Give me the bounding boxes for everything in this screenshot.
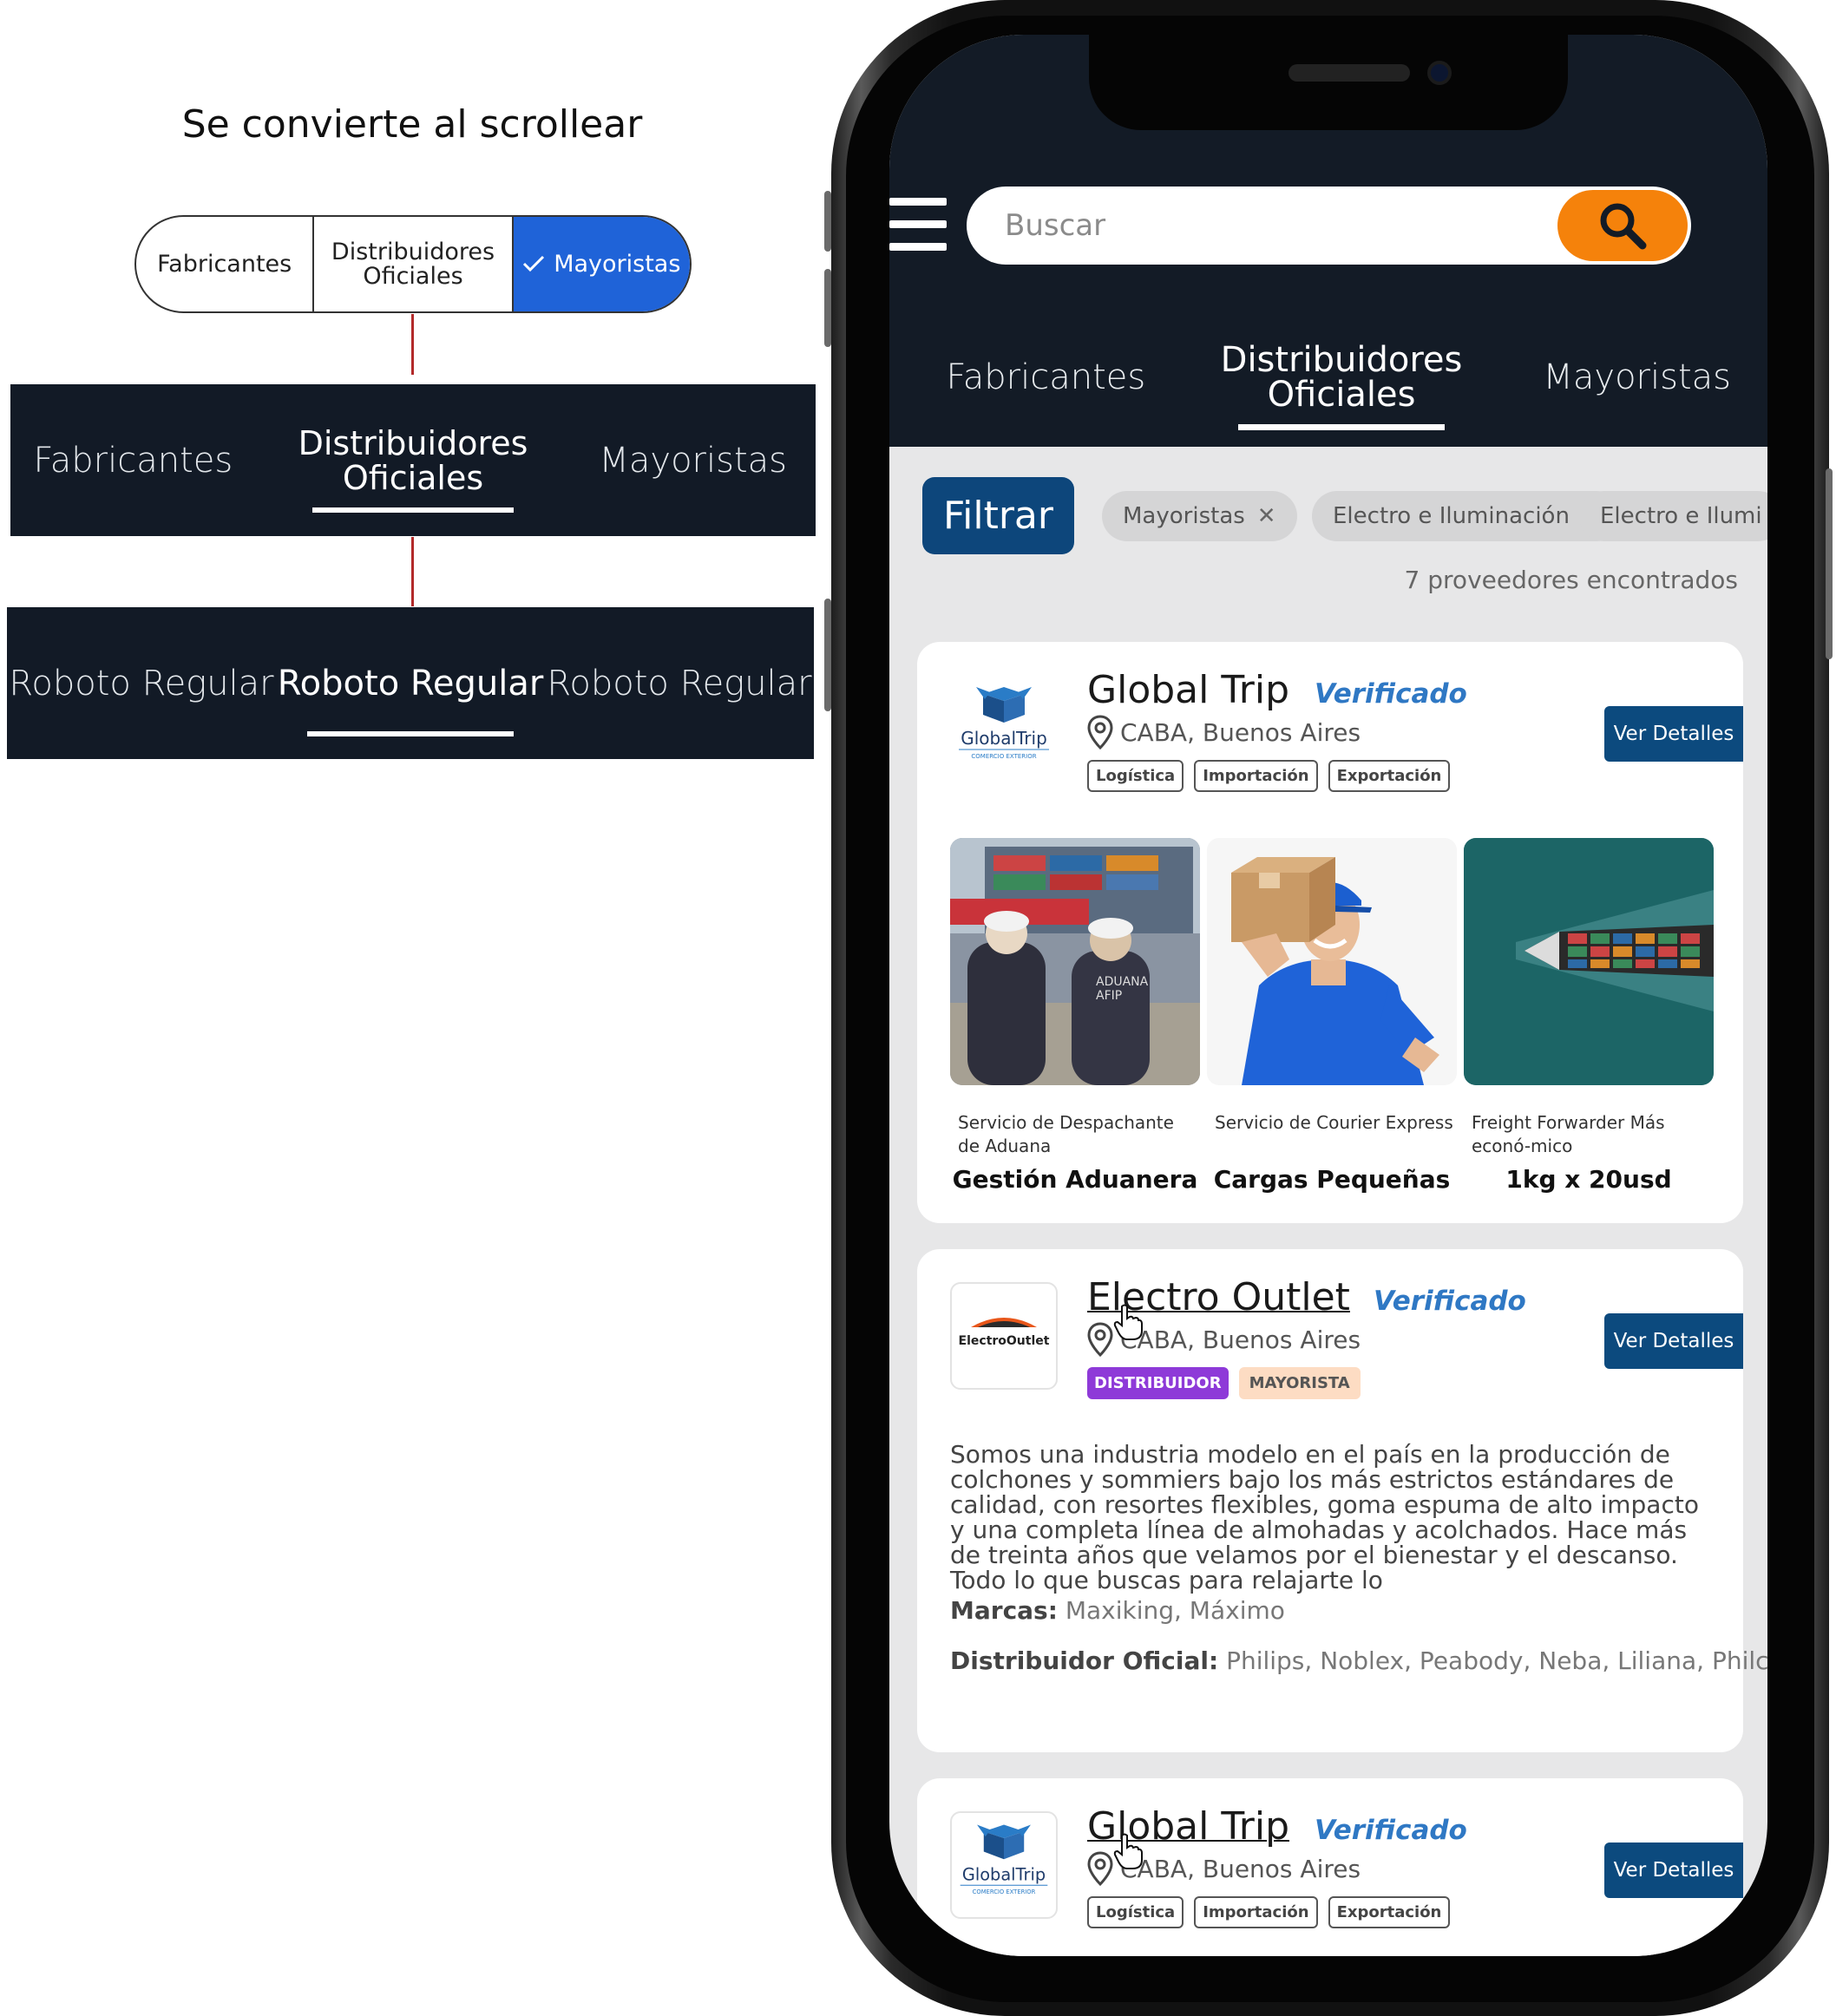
- active-tab-underline: [312, 507, 514, 513]
- svg-text:GlobalTrip: GlobalTrip: [962, 1864, 1046, 1884]
- tag: Logística: [1087, 760, 1184, 792]
- provider-location: CABA, Buenos Aires: [1087, 715, 1361, 749]
- font-demo-item-active: Roboto Regular: [276, 607, 545, 759]
- segment-fabricantes[interactable]: Fabricantes: [136, 217, 312, 311]
- service-item[interactable]: ADUANA AFIP Servicio de Despachante de A…: [950, 838, 1200, 1194]
- app-header: Fabricantes Distribuidores Oficiales May…: [889, 35, 1767, 447]
- svg-text:GlobalTrip: GlobalTrip: [961, 728, 1047, 749]
- verified-badge: Verificado: [1315, 678, 1467, 710]
- provider-logo: ElectroOutlet: [950, 1282, 1058, 1390]
- service-image-customs: ADUANA AFIP: [950, 838, 1200, 1085]
- font-demo-tabbar: Roboto Regular Roboto Regular Roboto Reg…: [7, 607, 814, 759]
- provider-card: GlobalTrip COMERCIO EXTERIOR Global Trip…: [917, 642, 1743, 1223]
- check-icon: [522, 252, 545, 277]
- segment-mayoristas[interactable]: Mayoristas: [511, 217, 690, 311]
- tab-distribuidores-oficiales[interactable]: Distribuidores Oficiales: [1177, 312, 1507, 442]
- side-button: [824, 269, 831, 347]
- tag-list: DISTRIBUIDOR MAYORISTA: [1087, 1367, 1371, 1399]
- connector-line-2: [411, 537, 414, 606]
- verified-badge: Verificado: [1315, 1815, 1467, 1846]
- phone-screen: Fabricantes Distribuidores Oficiales May…: [889, 35, 1767, 1956]
- service-caption: Servicio de Courier Express: [1215, 1112, 1453, 1133]
- segmented-control: Fabricantes Distribuidores Oficiales May…: [134, 215, 692, 313]
- service-item[interactable]: Servicio de Courier Express Cargas Peque…: [1207, 838, 1457, 1194]
- annotation-tab-fabricantes[interactable]: Fabricantes: [10, 384, 256, 536]
- hand-cursor-icon: [1113, 1304, 1143, 1340]
- side-button: [1826, 468, 1833, 659]
- ver-detalles-button[interactable]: Ver Detalles: [1604, 1843, 1743, 1898]
- filter-button[interactable]: Filtrar: [922, 477, 1074, 554]
- service-offer: Gestión Aduanera: [952, 1165, 1198, 1194]
- tag: Exportación: [1328, 1896, 1451, 1928]
- svg-text:COMERCIO EXTERIOR: COMERCIO EXTERIOR: [973, 1888, 1036, 1895]
- svg-text:ADUANA: ADUANA: [1096, 975, 1149, 989]
- font-demo-item: Roboto Regular: [9, 663, 274, 704]
- tab-mayoristas[interactable]: Mayoristas: [1506, 312, 1767, 442]
- tag: Logística: [1087, 1896, 1184, 1928]
- search-icon: [1600, 203, 1647, 250]
- side-button: [824, 599, 831, 711]
- annotation-title: Se convierte al scrollear: [181, 102, 643, 147]
- phone-notch: [1089, 35, 1568, 130]
- tag-list: Logística Importación Exportación: [1087, 760, 1460, 792]
- annotation-tabbar: Fabricantes Distribuidores Oficiales May…: [10, 384, 816, 536]
- filter-chip[interactable]: Electro e Ilumi: [1579, 491, 1767, 541]
- tab-fabricantes[interactable]: Fabricantes: [889, 312, 1177, 442]
- location-pin-icon: [1087, 1322, 1113, 1357]
- verified-badge: Verificado: [1374, 1286, 1526, 1317]
- brands-line: Marcas: Maxiking, Máximo: [950, 1596, 1285, 1625]
- service-image-cargo-ship: [1464, 838, 1714, 1085]
- svg-text:COMERCIO EXTERIOR: COMERCIO EXTERIOR: [971, 753, 1036, 760]
- provider-logo: GlobalTrip COMERCIO EXTERIOR: [950, 1811, 1058, 1919]
- tag: Importación: [1194, 1896, 1318, 1928]
- side-button: [824, 191, 831, 252]
- ver-detalles-button[interactable]: Ver Detalles: [1604, 706, 1743, 762]
- service-item[interactable]: Freight Forwarder Más econó-mico 1kg x 2…: [1464, 838, 1714, 1194]
- speaker: [1288, 64, 1410, 82]
- provider-description: Somos una industria modelo en el país en…: [950, 1440, 1699, 1594]
- annotation-tab-distribuidores[interactable]: Distribuidores Oficiales: [256, 384, 571, 536]
- segment-distribuidores[interactable]: Distribuidores Oficiales: [312, 217, 511, 311]
- electro-outlet-logo-icon: ElectroOutlet: [959, 1318, 1050, 1348]
- service-offer: Cargas Pequeñas: [1213, 1165, 1451, 1194]
- tag: Exportación: [1328, 760, 1451, 792]
- font-demo-item: Roboto Regular: [547, 663, 812, 704]
- connector-line: [411, 314, 414, 375]
- tag: Importación: [1194, 760, 1318, 792]
- annotation-tab-mayoristas[interactable]: Mayoristas: [570, 384, 816, 536]
- search-input[interactable]: [967, 187, 1557, 265]
- location-pin-icon: [1087, 1851, 1113, 1886]
- tag-mayorista: MAYORISTA: [1238, 1367, 1361, 1399]
- svg-text:ElectroOutlet: ElectroOutlet: [959, 1334, 1050, 1348]
- filter-chip[interactable]: Mayoristas ✕: [1102, 491, 1297, 541]
- search-button[interactable]: [1557, 190, 1688, 261]
- service-offer: 1kg x 20usd: [1505, 1165, 1672, 1194]
- tag-distribuidor: DISTRIBUIDOR: [1087, 1367, 1229, 1399]
- svg-text:AFIP: AFIP: [1096, 989, 1122, 1003]
- ver-detalles-button[interactable]: Ver Detalles: [1604, 1313, 1743, 1369]
- active-tab-underline: [307, 731, 514, 736]
- service-image-courier: [1207, 838, 1457, 1085]
- category-tabs: Fabricantes Distribuidores Oficiales May…: [889, 312, 1767, 442]
- tag-list: Logística Importación Exportación: [1087, 1896, 1460, 1928]
- provider-card: ElectroOutlet Electro Outlet Verificado …: [917, 1249, 1767, 1752]
- result-count: 7 proveedores encontrados: [1404, 566, 1738, 594]
- menu-icon[interactable]: [889, 198, 947, 251]
- hand-cursor-icon: [1113, 1833, 1143, 1869]
- service-caption: Freight Forwarder Más econó-mico: [1472, 1112, 1665, 1156]
- provider-name[interactable]: Global Trip: [1087, 668, 1289, 712]
- search-bar: [967, 187, 1691, 265]
- official-distributor-line: Distribuidor Oficial: Philips, Noblex, P…: [950, 1646, 1767, 1675]
- camera: [1427, 61, 1452, 85]
- box-logo-icon: GlobalTrip COMERCIO EXTERIOR: [959, 687, 1049, 760]
- provider-card: GlobalTrip COMERCIO EXTERIOR Global Trip…: [917, 1778, 1743, 1956]
- close-icon[interactable]: ✕: [1257, 503, 1276, 529]
- filter-chip[interactable]: Electro e Iluminación✕: [1312, 491, 1622, 541]
- location-pin-icon: [1087, 715, 1113, 749]
- provider-logo: GlobalTrip COMERCIO EXTERIOR: [950, 675, 1058, 782]
- service-caption: Servicio de Despachante de Aduana: [958, 1112, 1174, 1156]
- active-tab-underline: [1238, 424, 1445, 430]
- box-logo-icon: GlobalTrip COMERCIO EXTERIOR: [960, 1824, 1048, 1895]
